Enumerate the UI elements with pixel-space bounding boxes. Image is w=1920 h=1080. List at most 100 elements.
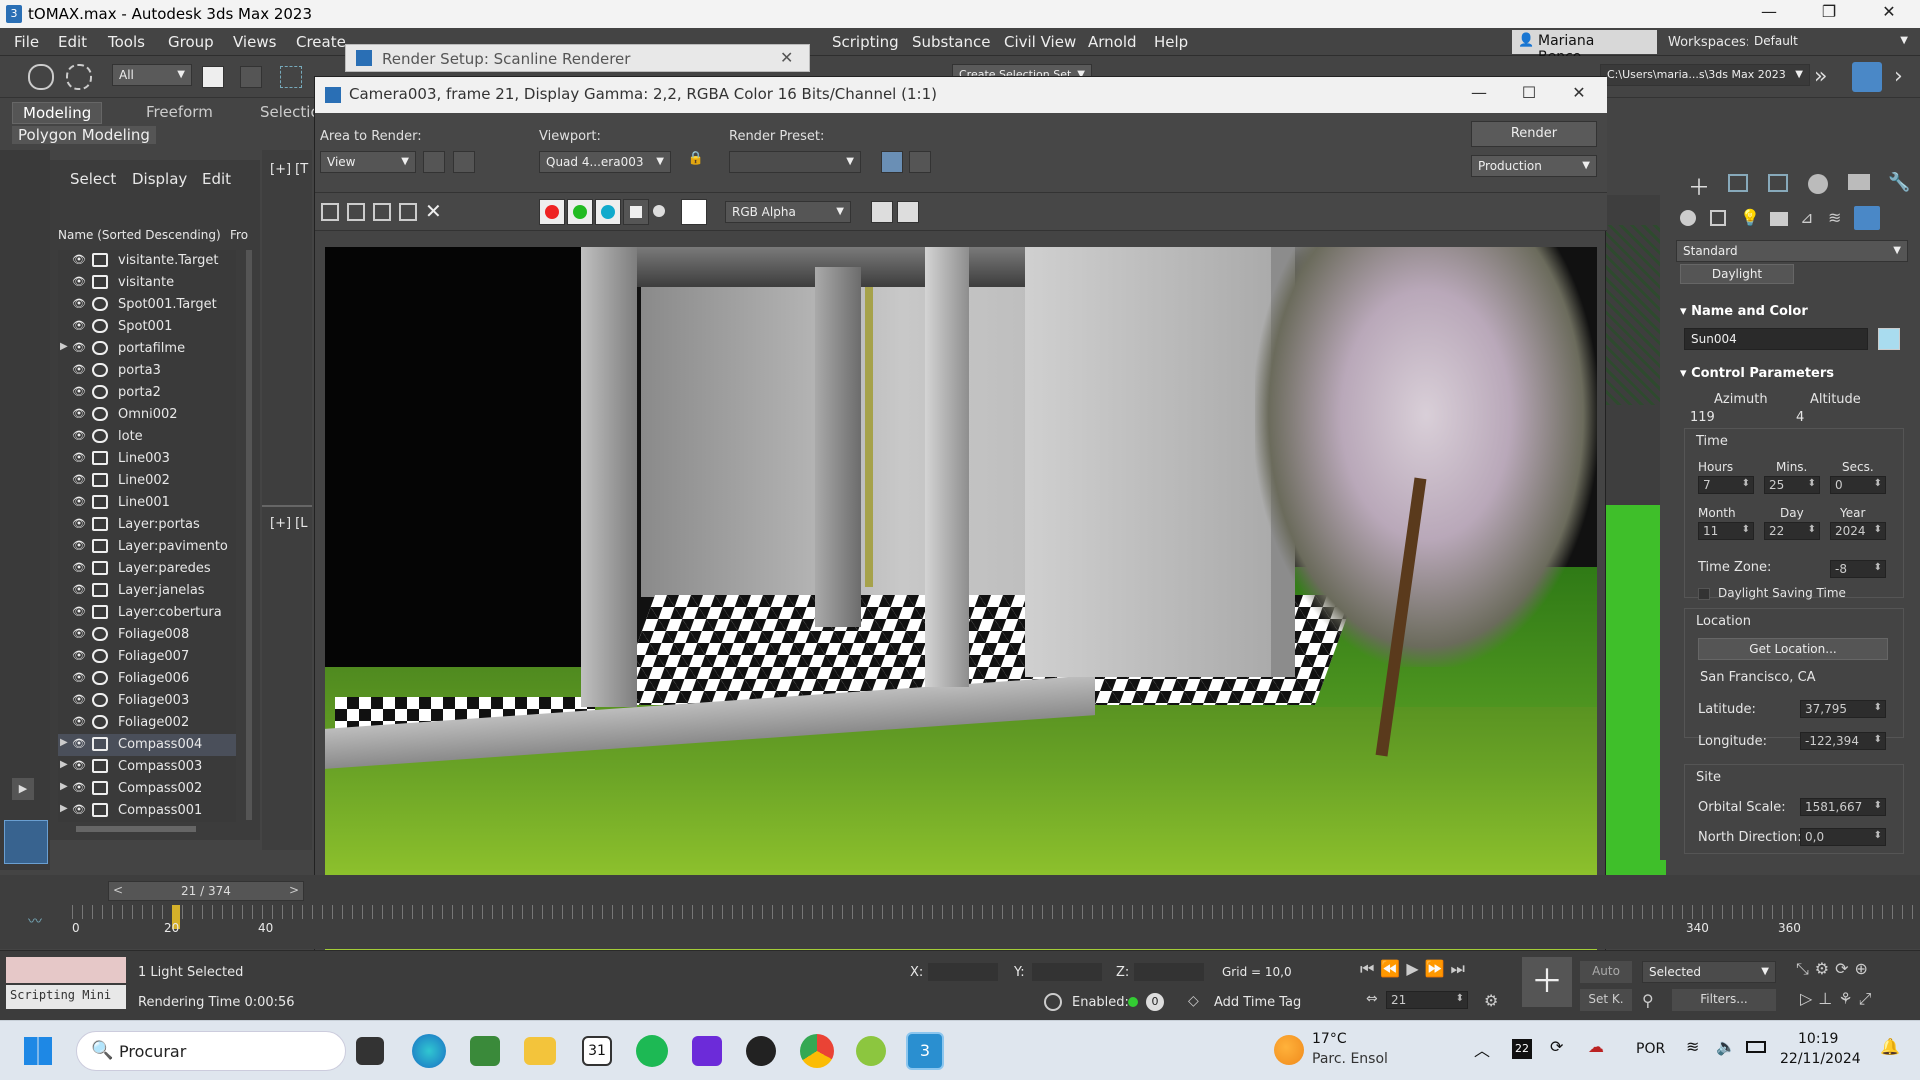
frame-close-button[interactable]: ✕	[1559, 83, 1599, 102]
maxscript-listener[interactable]	[6, 957, 126, 983]
visibility-eye-icon[interactable]: 👁	[72, 649, 88, 663]
alpha-channel-toggle[interactable]	[623, 199, 649, 225]
app-purple-icon[interactable]	[692, 1036, 722, 1066]
curve-editor-icon[interactable]: 〰	[28, 911, 42, 931]
visibility-eye-icon[interactable]: 👁	[72, 737, 88, 751]
visibility-eye-icon[interactable]: 👁	[72, 517, 88, 531]
visibility-eye-icon[interactable]: 👁	[72, 715, 88, 729]
link-icon[interactable]	[28, 64, 54, 90]
tab-modeling[interactable]: Modeling	[12, 102, 103, 124]
ribbon-sub-label[interactable]: Polygon Modeling	[12, 126, 156, 144]
close-button[interactable]: ✕	[1866, 2, 1912, 26]
motion-tab-icon[interactable]	[1808, 174, 1828, 194]
add-time-tag[interactable]: Add Time Tag	[1214, 995, 1301, 1010]
menu-file[interactable]: File	[14, 33, 39, 51]
scene-row[interactable]: 👁 Spot001	[58, 316, 236, 338]
scene-row[interactable]: 👁 Line001	[58, 492, 236, 514]
scene-row[interactable]: 👁 porta2	[58, 382, 236, 404]
menu-views[interactable]: Views	[233, 33, 276, 51]
notifications-bell-icon[interactable]: 🔔	[1880, 1037, 1900, 1056]
edge-icon[interactable]	[412, 1034, 446, 1068]
name-color-rollout[interactable]: ▾ Name and Color	[1680, 304, 1808, 319]
visibility-eye-icon[interactable]: 👁	[72, 561, 88, 575]
pan-icon[interactable]	[423, 151, 445, 173]
current-frame-spinner[interactable]: 21	[1386, 991, 1468, 1009]
area-to-render-dropdown[interactable]: View ▼	[320, 151, 416, 173]
frame-maximize-button[interactable]: ☐	[1509, 83, 1549, 102]
key-mode-icon[interactable]: ⇔	[1366, 991, 1378, 1007]
spacewarps-icon[interactable]: ≋	[1828, 208, 1841, 227]
project-path-dropdown[interactable]: C:\Users\maria...s\3ds Max 2023 ▼	[1600, 64, 1810, 86]
visibility-eye-icon[interactable]: 👁	[72, 385, 88, 399]
viewport-nav-icons-2[interactable]: ▷⊥⚘⤢	[1800, 989, 1877, 1009]
scene-row[interactable]: ▶ 👁 Compass002	[58, 778, 236, 800]
environment-icon[interactable]	[909, 151, 931, 173]
scene-row[interactable]: 👁 visitante	[58, 272, 236, 294]
column-header-name[interactable]: Name (Sorted Descending)	[58, 228, 221, 242]
scripting-mini-input[interactable]: Scripting Mini	[6, 985, 126, 1009]
isolate-icon[interactable]	[1044, 993, 1062, 1011]
visibility-eye-icon[interactable]: 👁	[72, 341, 88, 355]
display-channel-dropdown[interactable]: RGB Alpha ▼	[725, 201, 851, 223]
selection-filter-dropdown[interactable]: All ▼	[112, 64, 192, 86]
volume-icon[interactable]: 🔈	[1716, 1037, 1736, 1056]
production-dropdown[interactable]: Production ▼	[1471, 155, 1597, 177]
tray-notification-badge[interactable]: 22	[1512, 1039, 1532, 1059]
clone-window-icon[interactable]	[373, 203, 391, 221]
scene-scrollbar[interactable]	[246, 250, 252, 820]
menu-create[interactable]: Create	[296, 33, 346, 51]
battery-icon[interactable]	[1746, 1041, 1766, 1053]
expand-arrow-icon[interactable]: ▶	[60, 341, 68, 352]
scene-hscrollbar[interactable]	[76, 826, 196, 832]
scene-row[interactable]: 👁 visitante.Target	[58, 250, 236, 272]
lock-icon[interactable]: 🔒	[685, 151, 707, 173]
column-header-frozen[interactable]: Fro	[230, 228, 248, 242]
print-icon[interactable]	[399, 203, 417, 221]
year-spinner[interactable]: 2024	[1830, 522, 1886, 540]
lights-icon[interactable]: 💡	[1740, 208, 1760, 227]
scene-row[interactable]: 👁 Layer:cobertura	[58, 602, 236, 624]
3dsmax-taskbar-icon[interactable]: 3	[906, 1032, 944, 1070]
shapes-icon[interactable]	[1710, 210, 1726, 226]
scene-row[interactable]: ▶ 👁 portafilme	[58, 338, 236, 360]
timeline-ruler[interactable]	[72, 905, 1920, 945]
y-coord-field[interactable]	[1032, 963, 1102, 981]
save-state-icon[interactable]	[1852, 62, 1882, 92]
more-tools-icon[interactable]: »	[1814, 64, 1827, 89]
workspace-dropdown[interactable]: Default ▼	[1748, 31, 1914, 53]
visibility-eye-icon[interactable]: 👁	[72, 759, 88, 773]
visibility-eye-icon[interactable]: 👁	[72, 253, 88, 267]
hours-spinner[interactable]: 7	[1698, 476, 1754, 494]
scene-row[interactable]: ▶ 👁 Compass003	[58, 756, 236, 778]
time-tag-icon[interactable]: ◇	[1188, 993, 1199, 1009]
x-coord-field[interactable]	[928, 963, 998, 981]
user-account-dropdown[interactable]: 👤 Mariana Benco...	[1512, 30, 1657, 65]
select-object-icon[interactable]	[202, 66, 224, 88]
menu-scripting[interactable]: Scripting	[832, 33, 899, 51]
helpers-icon[interactable]: ⊿	[1800, 208, 1813, 227]
dst-checkbox[interactable]	[1698, 588, 1710, 600]
qgis-icon[interactable]	[856, 1036, 886, 1066]
visibility-eye-icon[interactable]: 👁	[72, 319, 88, 333]
chrome-icon[interactable]	[800, 1034, 834, 1068]
visibility-eye-icon[interactable]: 👁	[72, 495, 88, 509]
geometry-icon[interactable]	[1680, 210, 1696, 226]
render-setup-icon-btn[interactable]	[881, 151, 903, 173]
visibility-eye-icon[interactable]: 👁	[72, 583, 88, 597]
save-image-icon[interactable]	[321, 203, 339, 221]
viewport-label-left[interactable]: [+] [L	[270, 516, 307, 531]
visibility-eye-icon[interactable]: 👁	[72, 803, 88, 817]
cloud-icon[interactable]: ☁	[1588, 1037, 1604, 1056]
weather-icon[interactable]	[1274, 1035, 1304, 1065]
render-button[interactable]: Render	[1471, 121, 1597, 147]
toggle-overlay-icon[interactable]	[897, 201, 919, 223]
auto-key-button[interactable]: Auto	[1580, 961, 1632, 983]
green-channel-toggle[interactable]	[567, 199, 593, 225]
rect-selection-icon[interactable]	[280, 66, 302, 88]
selected-dropdown[interactable]: Selected ▼	[1642, 961, 1776, 983]
photo-app-icon[interactable]	[470, 1036, 500, 1066]
viewport-nav-icons[interactable]: ⤡⚙⟳⊕	[1796, 959, 1874, 979]
daylight-button[interactable]: Daylight	[1680, 264, 1794, 284]
mins-spinner[interactable]: 25	[1764, 476, 1820, 494]
menu-substance[interactable]: Substance	[912, 33, 990, 51]
